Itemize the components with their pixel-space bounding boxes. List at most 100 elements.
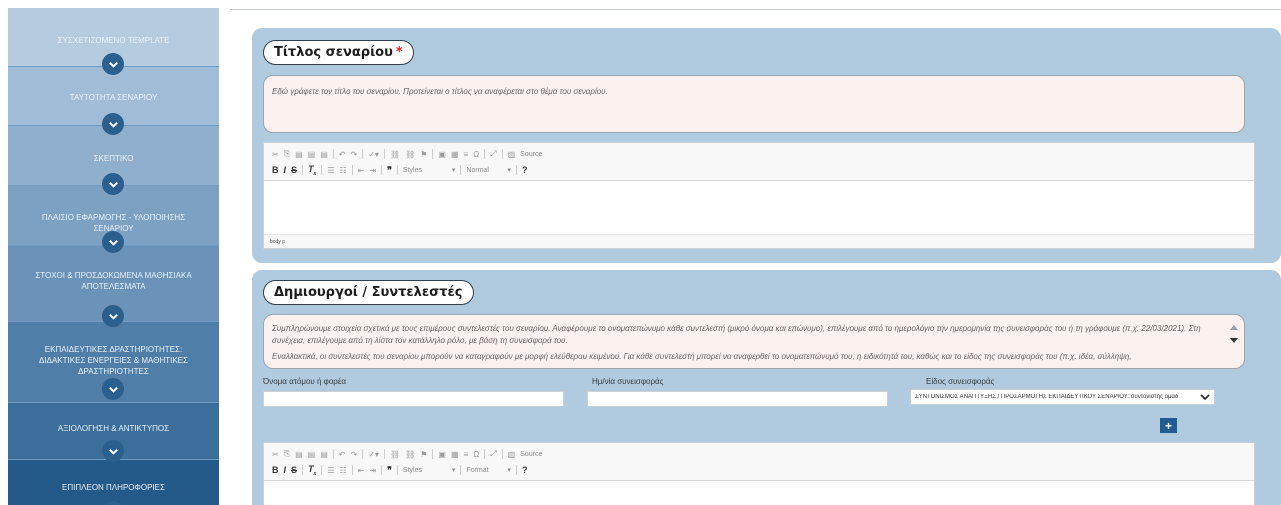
bullet-list-icon[interactable]: ☷ bbox=[339, 466, 346, 475]
format-dropdown[interactable]: Format bbox=[466, 467, 502, 474]
format-dropdown-arrow[interactable]: ▾ bbox=[507, 166, 511, 174]
styles-dropdown-arrow[interactable]: ▾ bbox=[452, 166, 456, 174]
date-input[interactable] bbox=[587, 391, 888, 407]
scroll-down-icon[interactable] bbox=[1230, 338, 1238, 343]
creators-panel: Δημιουργοί / Συντελεστές Συμπληρώνουμε σ… bbox=[252, 270, 1281, 505]
strike-icon[interactable]: S bbox=[291, 165, 297, 175]
anchor-icon[interactable]: ⚑ bbox=[420, 450, 427, 459]
toolbar-separator bbox=[321, 165, 323, 175]
hr-icon[interactable]: ≡ bbox=[464, 150, 469, 159]
maximize-icon[interactable]: ⤢ bbox=[490, 149, 496, 159]
creators-editor[interactable]: ✂ ⎘ ▤ ▤ ▤ ↶ ↷ ✓▾ ⛓ ⛓ ⚑ ▣ ▦ ≡ Ω ⤢ ▧ Sourc… bbox=[263, 442, 1255, 505]
styles-dropdown-arrow[interactable]: ▾ bbox=[452, 466, 456, 474]
toolbar-separator bbox=[351, 165, 353, 175]
remove-format-icon[interactable]: Tx bbox=[308, 164, 316, 177]
toolbar-row-1: ✂ ⎘ ▤ ▤ ▤ ↶ ↷ ✓▾ ⛓ ⛓ ⚑ ▣ ▦ ≡ Ω ⤢ ▧ Sourc… bbox=[272, 147, 542, 161]
blockquote-icon[interactable]: ❞ bbox=[387, 465, 392, 476]
special-char-icon[interactable]: Ω bbox=[473, 150, 479, 159]
title-editor[interactable]: ✂ ⎘ ▤ ▤ ▤ ↶ ↷ ✓▾ ⛓ ⛓ ⚑ ▣ ▦ ≡ Ω ⤢ ▧ Sourc… bbox=[263, 142, 1255, 249]
blockquote-icon[interactable]: ❞ bbox=[387, 165, 392, 176]
source-icon[interactable]: ▧ bbox=[508, 150, 516, 159]
name-input[interactable] bbox=[263, 391, 564, 407]
cut-icon[interactable]: ✂ bbox=[272, 150, 279, 159]
paste-icon[interactable]: ▤ bbox=[295, 150, 303, 159]
title-panel: Τίτλος σεναρίου * Εδώ γράφετε τον τίτλο τ… bbox=[252, 28, 1281, 263]
outdent-icon[interactable]: ⇤ bbox=[358, 166, 365, 175]
bullet-list-icon[interactable]: ☷ bbox=[339, 166, 346, 175]
copy-icon[interactable]: ⎘ bbox=[284, 449, 290, 459]
chevron-down-icon[interactable] bbox=[102, 53, 124, 75]
remove-format-icon[interactable]: Tx bbox=[308, 464, 316, 477]
copy-icon[interactable]: ⎘ bbox=[284, 149, 290, 159]
redo-icon[interactable]: ↷ bbox=[351, 150, 358, 159]
indent-icon[interactable]: ⇥ bbox=[369, 466, 376, 475]
strike-icon[interactable]: S bbox=[291, 465, 297, 475]
cut-icon[interactable]: ✂ bbox=[272, 450, 279, 459]
spellcheck-icon[interactable]: ✓▾ bbox=[368, 450, 379, 459]
italic-icon[interactable]: I bbox=[284, 165, 287, 175]
maximize-icon[interactable]: ⤢ bbox=[490, 449, 496, 459]
title-hint[interactable]: Εδώ γράφετε τον τίτλο του σεναρίου. Προτ… bbox=[263, 75, 1245, 133]
help-icon[interactable]: ? bbox=[522, 465, 528, 475]
toolbar-separator bbox=[501, 449, 503, 459]
creators-hint-line2: Εναλλακτικά, οι συντελεστές του σεναρίου… bbox=[272, 352, 1132, 361]
link-icon[interactable]: ⛓ bbox=[390, 450, 400, 459]
toolbar-separator bbox=[396, 165, 398, 175]
toolbar-separator bbox=[501, 149, 503, 159]
chevron-down-icon[interactable] bbox=[102, 231, 124, 253]
bold-icon[interactable]: B bbox=[272, 165, 279, 175]
undo-icon[interactable]: ↶ bbox=[339, 150, 346, 159]
source-button[interactable]: Source bbox=[520, 451, 542, 458]
paste-text-icon[interactable]: ▤ bbox=[308, 150, 316, 159]
link-icon[interactable]: ⛓ bbox=[390, 150, 400, 159]
undo-icon[interactable]: ↶ bbox=[339, 450, 346, 459]
toolbar-separator bbox=[321, 465, 323, 475]
sidebar-item-label: ΣΥΣΧΕΤΙΖΟΜΕΝΟ TEMPLATE bbox=[57, 36, 170, 45]
indent-icon[interactable]: ⇥ bbox=[369, 166, 376, 175]
table-icon[interactable]: ▦ bbox=[451, 150, 459, 159]
help-icon[interactable]: ? bbox=[522, 165, 528, 175]
chevron-down-icon[interactable] bbox=[102, 113, 124, 135]
paste-word-icon[interactable]: ▤ bbox=[320, 150, 328, 159]
scroll-up-icon[interactable] bbox=[1230, 325, 1238, 330]
hint-scrollbar[interactable] bbox=[1228, 323, 1240, 359]
contribution-type-select[interactable]: ΣΥΝΤΟΝΙΣΜΟΣ ΑΝΑΠΤΥΞΗΣ / ΠΡΟΣΑΡΜΟΓΗΣ ΕΚΠΑ… bbox=[910, 389, 1215, 405]
sidebar-item-more-info[interactable]: ΕΠΙΠΛΕΟΝ ΠΛΗΡΟΦΟΡΙΕΣ bbox=[8, 460, 219, 505]
unlink-icon[interactable]: ⛓ bbox=[405, 150, 415, 159]
italic-icon[interactable]: I bbox=[284, 465, 287, 475]
redo-icon[interactable]: ↷ bbox=[351, 450, 358, 459]
type-field-label: Είδος συνεισφοράς bbox=[926, 377, 995, 386]
chevron-down-icon[interactable] bbox=[102, 173, 124, 195]
table-icon[interactable]: ▦ bbox=[451, 450, 459, 459]
paste-icon[interactable]: ▤ bbox=[295, 450, 303, 459]
chevron-down-icon[interactable] bbox=[102, 305, 124, 327]
chevron-down-icon[interactable] bbox=[102, 440, 124, 462]
toolbar-separator bbox=[302, 165, 304, 175]
format-dropdown[interactable]: Normal bbox=[466, 167, 502, 174]
toolbar-separator bbox=[383, 449, 385, 459]
numbered-list-icon[interactable]: ☰ bbox=[327, 466, 334, 475]
special-char-icon[interactable]: Ω bbox=[473, 450, 479, 459]
source-button[interactable]: Source bbox=[520, 151, 542, 158]
add-contributor-button[interactable]: + bbox=[1160, 418, 1177, 433]
creators-hint[interactable]: Συμπληρώνουμε στοιχεία σχετικά με τους ε… bbox=[263, 314, 1245, 369]
unlink-icon[interactable]: ⛓ bbox=[405, 450, 415, 459]
chevron-down-icon[interactable] bbox=[102, 378, 124, 400]
source-icon[interactable]: ▧ bbox=[508, 450, 516, 459]
toolbar-separator bbox=[383, 149, 385, 159]
bold-icon[interactable]: B bbox=[272, 465, 279, 475]
format-dropdown-arrow[interactable]: ▾ bbox=[507, 466, 511, 474]
styles-dropdown[interactable]: Styles bbox=[403, 467, 447, 474]
anchor-icon[interactable]: ⚑ bbox=[420, 150, 427, 159]
numbered-list-icon[interactable]: ☰ bbox=[327, 166, 334, 175]
paste-text-icon[interactable]: ▤ bbox=[308, 450, 316, 459]
toolbar-separator bbox=[362, 449, 364, 459]
editor-toolbar: ✂ ⎘ ▤ ▤ ▤ ↶ ↷ ✓▾ ⛓ ⛓ ⚑ ▣ ▦ ≡ Ω ⤢ ▧ Sourc… bbox=[264, 443, 1254, 481]
hr-icon[interactable]: ≡ bbox=[464, 450, 469, 459]
outdent-icon[interactable]: ⇤ bbox=[358, 466, 365, 475]
styles-dropdown[interactable]: Styles bbox=[403, 167, 447, 174]
spellcheck-icon[interactable]: ✓▾ bbox=[368, 150, 379, 159]
image-icon[interactable]: ▣ bbox=[438, 150, 446, 159]
image-icon[interactable]: ▣ bbox=[438, 450, 446, 459]
paste-word-icon[interactable]: ▤ bbox=[320, 450, 328, 459]
